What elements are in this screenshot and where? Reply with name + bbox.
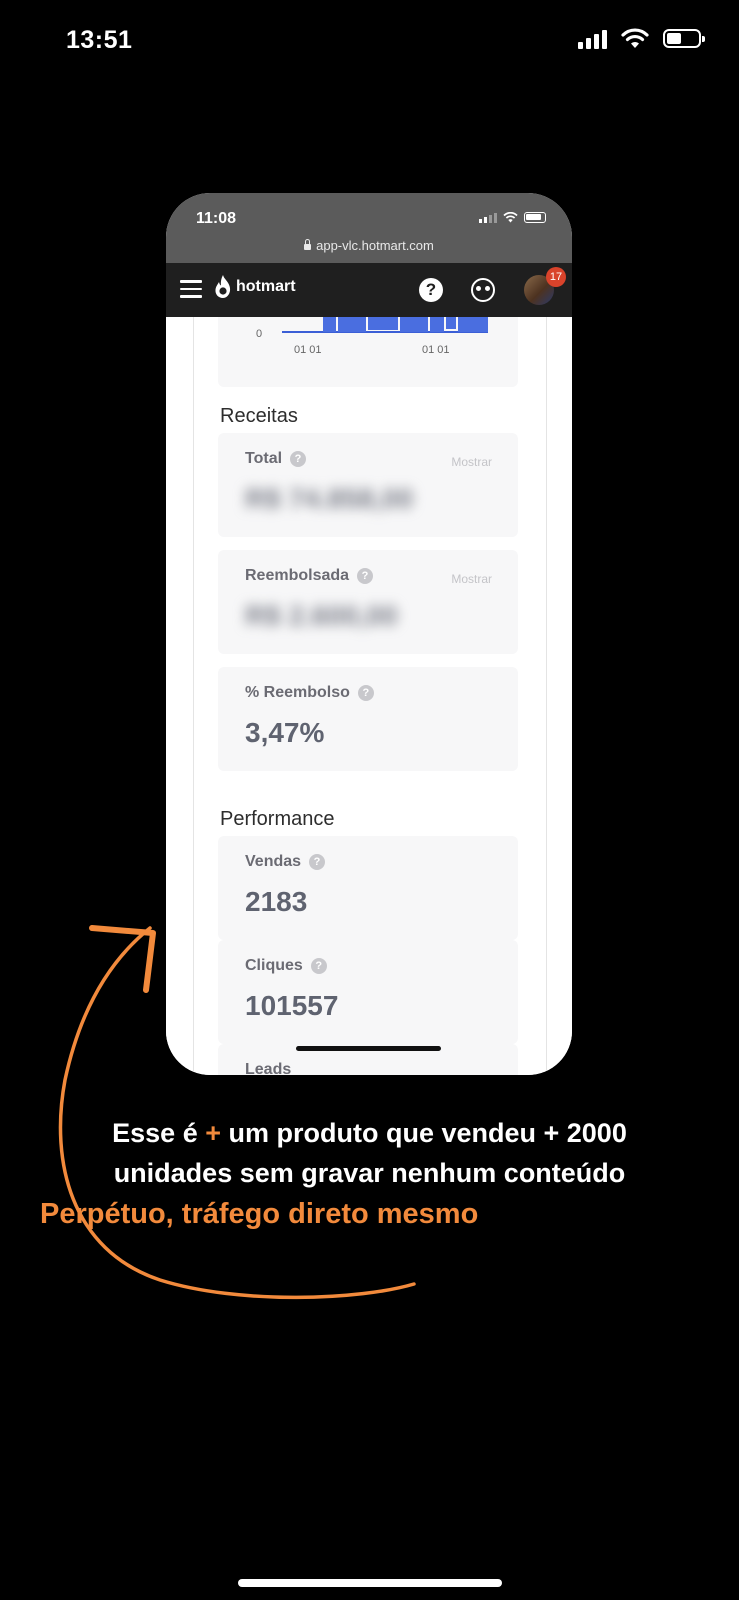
caption-line-3: Perpétuo, tráfego direto mesmo xyxy=(40,1198,479,1230)
caption-plus: + xyxy=(205,1118,221,1148)
caption-line-1: Esse é + um produto que vendeu + 2000 xyxy=(112,1118,627,1148)
curved-arrow-icon xyxy=(58,925,416,1300)
home-indicator[interactable] xyxy=(238,1579,502,1587)
caption-line-2: unidades sem gravar nenhum conteúdo xyxy=(113,1158,626,1188)
